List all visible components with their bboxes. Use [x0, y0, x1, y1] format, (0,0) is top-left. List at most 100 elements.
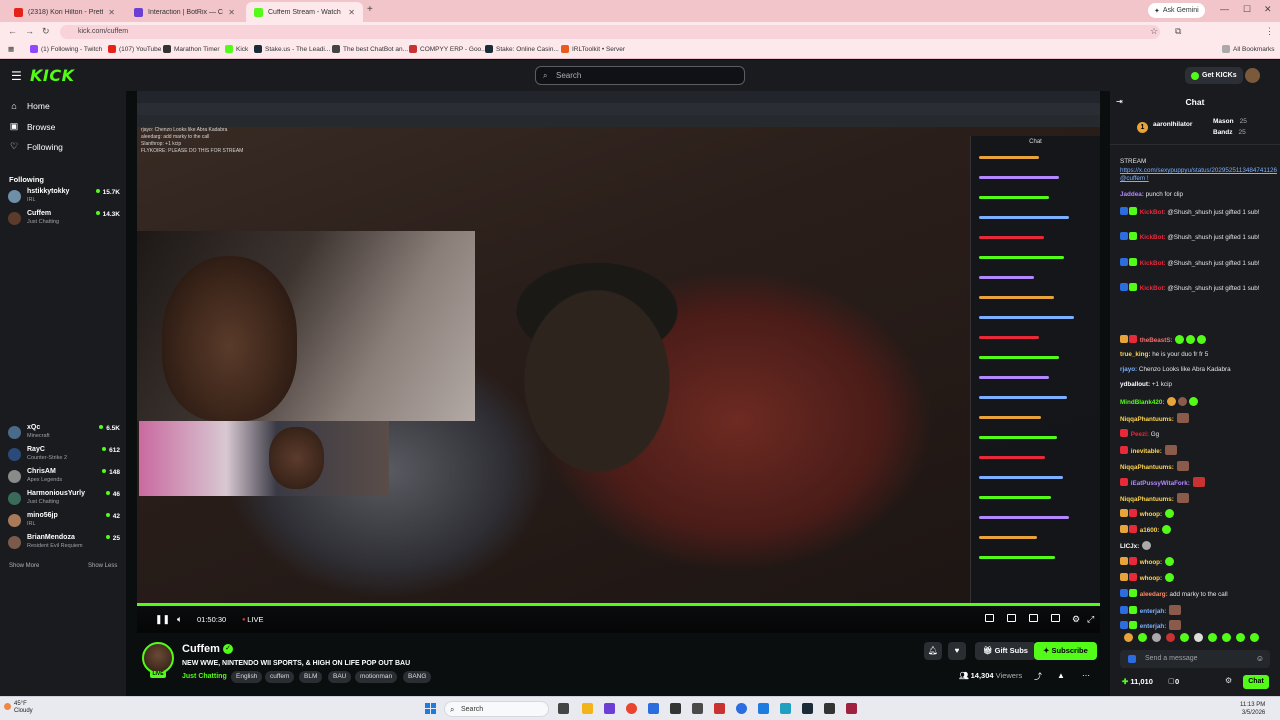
- emote-button[interactable]: [1194, 633, 1203, 642]
- streamer-name[interactable]: Cuffem: [182, 643, 220, 655]
- sidebar-item-home[interactable]: ⌂ Home: [9, 101, 49, 111]
- ask-gemini-button[interactable]: ✦ Ask Gemini: [1148, 3, 1205, 18]
- reload-icon[interactable]: ↻: [42, 26, 50, 37]
- bookmark-item[interactable]: Marathon Timer: [163, 45, 220, 53]
- emote-button[interactable]: [1236, 633, 1245, 642]
- bookmark-item[interactable]: The best ChatBot an...: [332, 45, 408, 53]
- clip-icon[interactable]: [985, 614, 994, 622]
- fullscreen-icon[interactable]: [1051, 614, 1060, 622]
- app-icon[interactable]: [758, 703, 769, 714]
- close-tab-icon[interactable]: ✕: [228, 8, 235, 17]
- emoji-picker-icon[interactable]: ☺: [1256, 650, 1264, 668]
- channel-points[interactable]: 0: [1175, 677, 1179, 686]
- sidebar-item-following[interactable]: ♡ Following: [9, 141, 63, 152]
- new-tab-button[interactable]: +: [367, 4, 373, 15]
- stream-tag[interactable]: BAU: [328, 671, 352, 683]
- weather-widget[interactable]: 45°F Cloudy: [14, 701, 33, 715]
- emote-button[interactable]: [1208, 633, 1217, 642]
- bookmark-item[interactable]: Stake: Online Casin...: [485, 45, 559, 53]
- app-icon[interactable]: [648, 703, 659, 714]
- top-gifter-name[interactable]: aaronlhilator: [1153, 121, 1192, 128]
- chat-username[interactable]: ydballout:: [1120, 381, 1150, 388]
- maximize-icon[interactable]: ☐: [1243, 4, 1251, 15]
- chat-username[interactable]: rjayo:: [1120, 366, 1137, 373]
- close-tab-icon[interactable]: ✕: [348, 8, 355, 17]
- chat-username[interactable]: NiqqaPhantuums:: [1120, 416, 1174, 423]
- app-icon[interactable]: [692, 703, 703, 714]
- file-explorer-icon[interactable]: [582, 703, 593, 714]
- edge-icon[interactable]: [736, 703, 747, 714]
- apps-icon[interactable]: ▦: [8, 45, 14, 53]
- url-field[interactable]: kick.com/cuffem: [60, 25, 1160, 39]
- browser-tab-youtube[interactable]: (2318) Kori Hilton - Pretty G... ✕: [6, 2, 123, 22]
- settings-gear-icon[interactable]: ⚙: [1072, 614, 1080, 625]
- share-icon[interactable]: ⤴: [1034, 671, 1042, 682]
- notifications-bell-icon[interactable]: 🔔︎: [924, 642, 942, 660]
- windows-start-icon[interactable]: [425, 703, 436, 714]
- browser-tab-botrix[interactable]: Interaction | BotRix — Cloud St... ✕: [126, 2, 243, 22]
- chat-username[interactable]: whoop:: [1140, 559, 1162, 566]
- stream-tag[interactable]: cuffem: [265, 671, 295, 683]
- emote-button[interactable]: [1250, 633, 1259, 642]
- kicks-balance[interactable]: 11,010: [1122, 677, 1153, 686]
- chrome-icon[interactable]: [626, 703, 637, 714]
- kick-logo[interactable]: KICK: [30, 66, 75, 85]
- chat-username[interactable]: KickBot:: [1140, 209, 1166, 216]
- emote-button[interactable]: [1124, 633, 1133, 642]
- chat-username[interactable]: enterjah:: [1140, 608, 1167, 615]
- stream-tag[interactable]: BLM: [299, 671, 323, 683]
- chat-username[interactable]: KickBot:: [1140, 260, 1166, 267]
- subscribe-button[interactable]: ✦ Subscribe: [1034, 642, 1097, 660]
- forward-icon[interactable]: →: [25, 26, 34, 36]
- steam-icon[interactable]: [802, 703, 813, 714]
- expand-icon[interactable]: ⤢: [1087, 614, 1094, 625]
- streamer-avatar[interactable]: [142, 642, 174, 674]
- task-view-icon[interactable]: [558, 703, 569, 714]
- chat-username[interactable]: whoop:: [1140, 575, 1162, 582]
- bookmark-item[interactable]: Kick: [225, 45, 248, 53]
- emote-button[interactable]: [1180, 633, 1189, 642]
- followed-channel[interactable]: ChrisAM Apex Legends 148: [8, 468, 120, 486]
- emote-button[interactable]: [1152, 633, 1161, 642]
- sidebar-item-browse[interactable]: ▣ Browse: [9, 121, 56, 132]
- followed-channel[interactable]: HarmoniousYurly Just Chatting 46: [8, 490, 120, 508]
- bookmark-star-icon[interactable]: ☆: [1150, 26, 1158, 37]
- emote-button[interactable]: [1166, 633, 1175, 642]
- chat-username[interactable]: theBeastS:: [1140, 337, 1173, 344]
- chat-username[interactable]: whoop:: [1140, 511, 1162, 518]
- chat-username[interactable]: Peezi:: [1131, 431, 1149, 438]
- chat-username[interactable]: NiqqaPhantuums:: [1120, 496, 1174, 503]
- chat-username[interactable]: LICJx:: [1120, 543, 1139, 550]
- chat-username[interactable]: NiqqaPhantuums:: [1120, 464, 1174, 471]
- stream-tag[interactable]: English: [231, 671, 263, 683]
- gift-subs-button[interactable]: 🎁︎ Gift Subs: [975, 642, 1036, 660]
- chat-username[interactable]: enterjah:: [1140, 623, 1167, 630]
- emote-button[interactable]: [1138, 633, 1147, 642]
- close-tab-icon[interactable]: ✕: [108, 8, 115, 17]
- chat-username[interactable]: KickBot:: [1140, 285, 1166, 292]
- user-avatar[interactable]: [1245, 68, 1260, 83]
- search-input[interactable]: ⌕ Search: [535, 66, 745, 85]
- chat-message-input[interactable]: Send a message ☺: [1120, 650, 1270, 668]
- video-player[interactable]: rjayo: Chenzo Looks like Abra Kadabra al…: [137, 91, 1100, 603]
- app-icon[interactable]: [670, 703, 681, 714]
- app-icon[interactable]: [604, 703, 615, 714]
- chat-username[interactable]: aleedarg:: [1140, 591, 1168, 598]
- message-link[interactable]: https://x.com/sexypuppyu/status/20295251…: [1120, 167, 1277, 182]
- more-options-icon[interactable]: ⋯: [1082, 671, 1090, 680]
- progress-bar[interactable]: [137, 603, 1100, 606]
- followed-channel[interactable]: BrianMendoza Resident Evil Requiem 25: [8, 534, 120, 552]
- followed-channel[interactable]: mino56jp IRL 42: [8, 512, 120, 530]
- pip-icon[interactable]: [1007, 614, 1016, 622]
- chat-username[interactable]: true_king:: [1120, 351, 1150, 358]
- bookmark-item[interactable]: (107) YouTube: [108, 45, 161, 53]
- emote-button[interactable]: [1222, 633, 1231, 642]
- hamburger-menu-icon[interactable]: ☰: [11, 69, 22, 83]
- chat-username[interactable]: iEatPussyWitaFork:: [1131, 480, 1190, 487]
- theater-mode-icon[interactable]: [1029, 614, 1038, 622]
- app-icon[interactable]: [780, 703, 791, 714]
- browser-tab-kick[interactable]: Cuffem Stream - Watch Live... ✕: [246, 2, 363, 22]
- pause-icon[interactable]: ❚❚: [155, 614, 170, 625]
- back-icon[interactable]: ←: [8, 26, 17, 36]
- followed-channel[interactable]: RayC Counter-Strike 2 612: [8, 446, 120, 464]
